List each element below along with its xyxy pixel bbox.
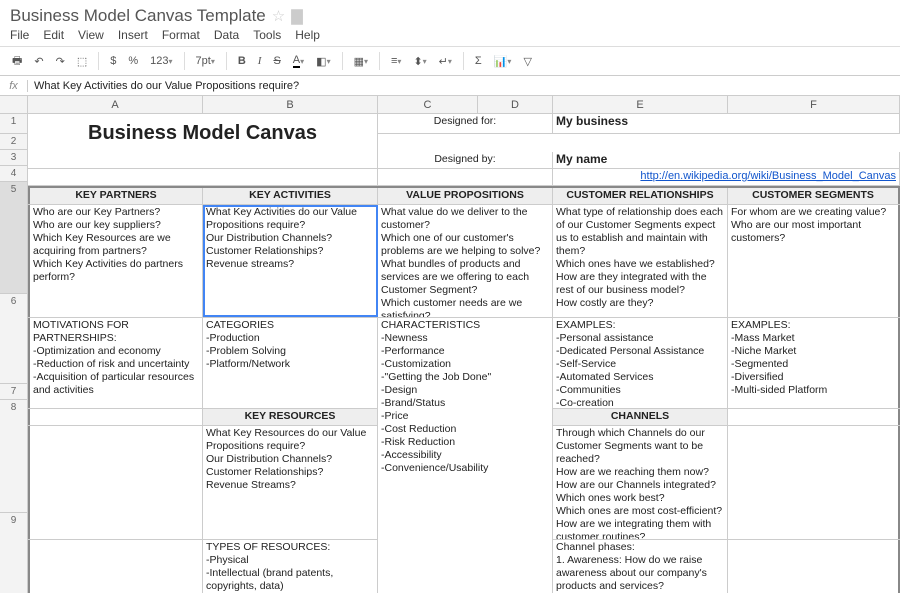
ch-examples[interactable]: Channel phases: 1. Awareness: How do we … [553, 540, 728, 593]
hdr-channels[interactable]: CHANNELS [553, 409, 728, 425]
number-format-button[interactable]: 123 [146, 53, 176, 69]
designed-by-value[interactable]: My name [553, 152, 900, 168]
col-header-A[interactable]: A [28, 96, 203, 113]
ka-examples[interactable]: CATEGORIES -Production -Problem Solving … [203, 318, 378, 408]
designed-by-label[interactable]: Designed by: [378, 152, 553, 168]
undo-icon[interactable]: ↶ [30, 53, 47, 70]
star-icon[interactable]: ☆ [272, 7, 285, 25]
designed-for-value[interactable]: My business [553, 114, 900, 134]
designed-for-label[interactable]: Designed for: [378, 114, 553, 134]
kr-examples[interactable]: TYPES OF RESOURCES: -Physical -Intellect… [203, 540, 378, 593]
col-header-F[interactable]: F [728, 96, 900, 113]
col-header-C[interactable]: C [378, 96, 478, 113]
wiki-link[interactable]: http://en.wikipedia.org/wiki/Business_Mo… [553, 169, 900, 185]
row-header-3[interactable]: 3 [0, 150, 27, 166]
ka-questions[interactable]: What Key Activities do our Value Proposi… [203, 205, 378, 317]
cell-f9[interactable] [728, 540, 900, 593]
font-size-select[interactable]: 7pt [192, 53, 219, 69]
print-icon[interactable]: 🖶 [8, 50, 26, 73]
menu-insert[interactable]: Insert [118, 28, 148, 42]
paint-icon[interactable]: ⬚ [73, 53, 91, 70]
cell-f7[interactable] [728, 409, 900, 425]
cell-a2[interactable] [28, 152, 378, 168]
hdr-customer-relationships[interactable]: CUSTOMER RELATIONSHIPS [553, 188, 728, 204]
hdr-key-activities[interactable]: KEY ACTIVITIES [203, 188, 378, 204]
hdr-value-propositions[interactable]: VALUE PROPOSITIONS [378, 188, 553, 204]
menu-tools[interactable]: Tools [253, 28, 281, 42]
fx-value[interactable]: What Key Activities do our Value Proposi… [28, 80, 900, 92]
text-color-button[interactable]: A [289, 52, 308, 70]
cs-examples[interactable]: EXAMPLES: -Mass Market -Niche Market -Se… [728, 318, 900, 408]
row-header-9[interactable]: 9 [0, 513, 27, 593]
menu-help[interactable]: Help [295, 28, 320, 42]
chart-button[interactable]: 📊 [490, 53, 516, 70]
cell-a7[interactable] [28, 409, 203, 425]
cr-questions[interactable]: What type of relationship does each of o… [553, 205, 728, 317]
row-headers: 1 2 3 4 5 6 7 8 9 [0, 96, 28, 593]
row-header-4[interactable]: 4 [0, 166, 27, 182]
fx-label: fx [0, 80, 28, 92]
row-header-7[interactable]: 7 [0, 384, 27, 400]
canvas-title[interactable]: Business Model Canvas [28, 114, 378, 152]
grid-body[interactable]: Business Model Canvas Designed for: My b… [28, 114, 900, 593]
col-header-B[interactable]: B [203, 96, 378, 113]
currency-button[interactable]: $ [106, 53, 120, 69]
borders-button[interactable]: ▦ [350, 53, 372, 70]
menubar: File Edit View Insert Format Data Tools … [0, 26, 900, 46]
fill-color-button[interactable]: ◧ [312, 53, 334, 70]
col-header-D[interactable]: D [478, 96, 553, 113]
menu-format[interactable]: Format [162, 28, 200, 42]
percent-button[interactable]: % [124, 53, 142, 69]
menu-edit[interactable]: Edit [43, 28, 64, 42]
italic-button[interactable]: I [254, 53, 266, 69]
cr-examples[interactable]: EXAMPLES: -Personal assistance -Dedicate… [553, 318, 728, 408]
kr-questions[interactable]: What Key Resources do our Value Proposit… [203, 426, 378, 539]
cs-questions[interactable]: For whom are we creating value? Who are … [728, 205, 900, 317]
menu-view[interactable]: View [78, 28, 104, 42]
row-header-6[interactable]: 6 [0, 294, 27, 384]
kp-examples[interactable]: MOTIVATIONS FOR PARTNERSHIPS: -Optimizat… [28, 318, 203, 408]
row-header-2[interactable]: 2 [0, 134, 27, 150]
vp-questions[interactable]: What value do we deliver to the customer… [378, 205, 553, 317]
bold-button[interactable]: B [234, 53, 250, 69]
col-header-E[interactable]: E [553, 96, 728, 113]
wrap-button[interactable]: ↵ [435, 53, 456, 70]
valign-button[interactable]: ⬍ [409, 53, 430, 70]
select-all-corner[interactable] [0, 96, 27, 114]
hdr-key-partners[interactable]: KEY PARTNERS [28, 188, 203, 204]
redo-icon[interactable]: ↷ [52, 53, 69, 70]
formula-bar: fx What Key Activities do our Value Prop… [0, 76, 900, 96]
cell-c3[interactable] [378, 169, 553, 185]
toolbar: 🖶 ↶ ↷ ⬚ $ % 123 7pt B I S A ◧ ▦ ≡ ⬍ ↵ Σ … [0, 46, 900, 76]
vp-examples[interactable]: CHARACTERISTICS -Newness -Performance -C… [378, 318, 553, 593]
menu-data[interactable]: Data [214, 28, 239, 42]
doc-title[interactable]: Business Model Canvas Template [10, 6, 266, 26]
folder-icon[interactable]: ▇ [291, 7, 303, 25]
hdr-key-resources[interactable]: KEY RESOURCES [203, 409, 378, 425]
menu-file[interactable]: File [10, 28, 29, 42]
kp-questions[interactable]: Who are our Key Partners? Who are our ke… [28, 205, 203, 317]
align-button[interactable]: ≡ [387, 53, 405, 69]
row-header-5[interactable]: 5 [0, 182, 27, 294]
hdr-customer-segments[interactable]: CUSTOMER SEGMENTS [728, 188, 900, 204]
ch-questions[interactable]: Through which Channels do our Customer S… [553, 426, 728, 539]
col-headers: A B C D E F [28, 96, 900, 114]
functions-button[interactable]: Σ [471, 53, 486, 69]
row-header-1[interactable]: 1 [0, 114, 27, 134]
filter-button[interactable]: ▽ [519, 53, 535, 70]
row-header-8[interactable]: 8 [0, 400, 27, 513]
strike-button[interactable]: S [269, 53, 284, 69]
cell-a9[interactable] [28, 540, 203, 593]
cell-f8[interactable] [728, 426, 900, 539]
cell-a3[interactable] [28, 169, 378, 185]
cell-a8[interactable] [28, 426, 203, 539]
